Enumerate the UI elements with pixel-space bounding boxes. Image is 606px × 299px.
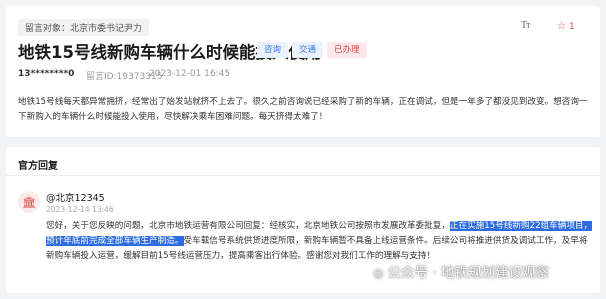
question-content: 地铁15号线每天都异常拥挤，经常出了始发站就挤不上去了。很久之前咨询说已经采购了… — [18, 97, 588, 122]
user-phone: 13********0 — [18, 69, 75, 79]
reply-card: 官方回复 🏛 @北京12345 2023-12-14 13:46 您好，关于您反… — [6, 147, 600, 293]
reply-section-title: 官方回复 — [18, 161, 58, 172]
wechat-icon: ◎ — [373, 266, 384, 280]
font-size-toggle[interactable]: Tт — [521, 20, 531, 31]
divider — [6, 175, 600, 176]
question-card: 留言对象：北京市委书记尹力 Tт ☆ 1 地铁15号线新购车辆什么时候能投入使用 … — [6, 6, 600, 137]
tag-traffic: 交通 — [292, 42, 324, 58]
reply-text-part1: 您好，关于您反映的问题，北京市地铁运营有限公司回复：经核实，北京地铁公司按照市发… — [46, 221, 450, 231]
recipient-tag: 留言对象：北京市委书记尹力 — [18, 19, 150, 36]
status-badge: 已办理 — [327, 42, 367, 58]
reply-content: 您好，关于您反映的问题，北京市地铁运营有限公司回复：经核实，北京地铁公司按照市发… — [46, 219, 596, 264]
government-emblem-icon: 🏛 — [18, 191, 40, 213]
watermark-text: 公众号 · 地铁规划建设观察 — [387, 265, 549, 281]
tag-consult: 咨询 — [257, 42, 289, 58]
reply-time: 2023-12-14 13:46 — [46, 205, 114, 214]
star-icon: ☆ — [557, 21, 566, 32]
replier-name: @北京12345 — [46, 193, 105, 204]
watermark: ◎ 公众号 · 地铁规划建设观察 — [373, 261, 549, 281]
like-count: 1 — [568, 22, 575, 32]
like-button[interactable]: ☆ 1 — [557, 21, 575, 32]
message-time: 2023-12-01 16:45 — [149, 69, 231, 79]
